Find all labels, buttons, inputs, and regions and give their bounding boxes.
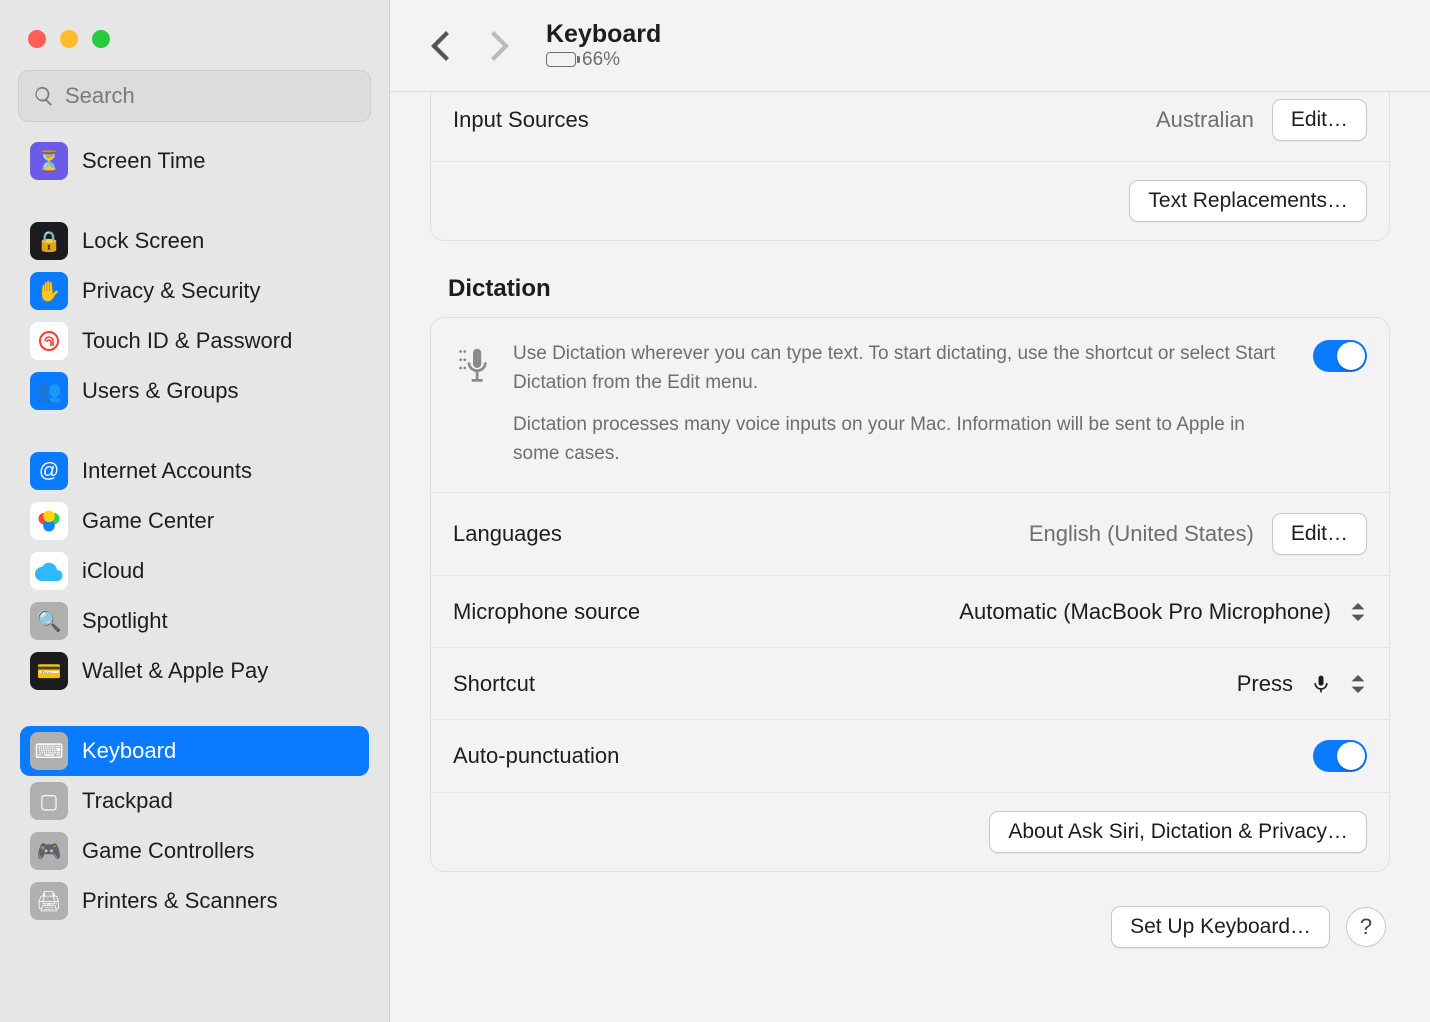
- sidebar-item-label: Spotlight: [82, 608, 168, 634]
- text-replacements-button[interactable]: Text Replacements…: [1129, 180, 1367, 222]
- dictation-mic-icon: [453, 340, 493, 390]
- shortcut-value: Press: [1237, 671, 1293, 697]
- search-placeholder: Search: [65, 83, 135, 109]
- sidebar-item-icloud[interactable]: iCloud: [20, 546, 369, 596]
- sidebar-item-label: Lock Screen: [82, 228, 204, 254]
- close-window-button[interactable]: [28, 30, 46, 48]
- languages-row: Languages English (United States) Edit…: [431, 493, 1389, 576]
- sidebar-item-internet-accounts[interactable]: @ Internet Accounts: [20, 446, 369, 496]
- spotlight-icon: 🔍: [30, 602, 68, 640]
- input-sources-card: Input Sources Australian Edit… Text Repl…: [430, 92, 1390, 241]
- sidebar-item-label: Touch ID & Password: [82, 328, 292, 354]
- battery-status: 66%: [546, 49, 661, 71]
- sidebar-item-game-center[interactable]: Game Center: [20, 496, 369, 546]
- text-replacements-row: Text Replacements…: [431, 162, 1389, 240]
- back-button[interactable]: [420, 26, 460, 66]
- screen-time-icon: ⏳: [30, 142, 68, 180]
- popup-indicator-icon: [1349, 603, 1367, 621]
- chevron-right-icon: [490, 31, 510, 61]
- users-groups-icon: 👥: [30, 372, 68, 410]
- battery-percent: 66%: [582, 49, 620, 71]
- sidebar-item-label: Game Controllers: [82, 838, 254, 864]
- keyboard-icon: ⌨: [30, 732, 68, 770]
- sidebar-item-game-controllers[interactable]: 🎮 Game Controllers: [20, 826, 369, 876]
- game-center-icon: [30, 502, 68, 540]
- main-pane: Keyboard 66% Input Sources Australian Ed…: [390, 0, 1430, 1022]
- minimize-window-button[interactable]: [60, 30, 78, 48]
- topbar: Keyboard 66%: [390, 0, 1430, 92]
- languages-value: English (United States): [1029, 521, 1254, 547]
- page-title: Keyboard: [546, 20, 661, 49]
- window-controls: [0, 12, 389, 70]
- auto-punctuation-toggle[interactable]: [1313, 740, 1367, 772]
- sidebar-item-label: Printers & Scanners: [82, 888, 278, 914]
- sidebar-item-label: Game Center: [82, 508, 214, 534]
- dictation-toggle[interactable]: [1313, 340, 1367, 372]
- help-button[interactable]: ?: [1346, 907, 1386, 947]
- auto-punctuation-row: Auto-punctuation: [431, 720, 1389, 793]
- popup-indicator-icon: [1349, 675, 1367, 693]
- sidebar-item-lock-screen[interactable]: 🔒 Lock Screen: [20, 216, 369, 266]
- forward-button[interactable]: [480, 26, 520, 66]
- battery-icon: [546, 52, 576, 67]
- sidebar-item-privacy-security[interactable]: ✋ Privacy & Security: [20, 266, 369, 316]
- microphone-source-label: Microphone source: [453, 599, 640, 625]
- sidebar-item-label: Screen Time: [82, 148, 206, 174]
- sidebar-item-users-groups[interactable]: 👥 Users & Groups: [20, 366, 369, 416]
- sidebar-item-keyboard[interactable]: ⌨ Keyboard: [20, 726, 369, 776]
- dictation-section-title: Dictation: [448, 275, 1390, 303]
- input-sources-value: Australian: [1156, 107, 1254, 133]
- sidebar-item-screen-time[interactable]: ⏳ Screen Time: [20, 136, 369, 186]
- sidebar-item-printers-scanners[interactable]: 🖨 Printers & Scanners: [20, 876, 369, 926]
- dictation-footer-row: About Ask Siri, Dictation & Privacy…: [431, 793, 1389, 871]
- trackpad-icon: ▢: [30, 782, 68, 820]
- dictation-description: Use Dictation wherever you can type text…: [513, 340, 1293, 482]
- game-controllers-icon: 🎮: [30, 832, 68, 870]
- sidebar-item-label: Keyboard: [82, 738, 176, 764]
- content-scroll[interactable]: Input Sources Australian Edit… Text Repl…: [390, 92, 1430, 1022]
- sidebar-item-spotlight[interactable]: 🔍 Spotlight: [20, 596, 369, 646]
- bottom-actions: Set Up Keyboard… ?: [430, 906, 1390, 958]
- input-sources-row: Input Sources Australian Edit…: [431, 92, 1389, 162]
- internet-accounts-icon: @: [30, 452, 68, 490]
- dictation-toggle-row: Use Dictation wherever you can type text…: [431, 318, 1389, 493]
- languages-label: Languages: [453, 521, 562, 547]
- shortcut-row[interactable]: Shortcut Press: [431, 648, 1389, 720]
- wallet-apple-pay-icon: 💳: [30, 652, 68, 690]
- lock-screen-icon: 🔒: [30, 222, 68, 260]
- input-sources-label: Input Sources: [453, 107, 589, 133]
- printers-scanners-icon: 🖨: [30, 882, 68, 920]
- icloud-icon: [30, 552, 68, 590]
- input-sources-edit-button[interactable]: Edit…: [1272, 99, 1367, 141]
- fullscreen-window-button[interactable]: [92, 30, 110, 48]
- sidebar-item-trackpad[interactable]: ▢ Trackpad: [20, 776, 369, 826]
- search-icon: [33, 85, 55, 107]
- dictation-card: Use Dictation wherever you can type text…: [430, 317, 1390, 872]
- sidebar-item-label: Trackpad: [82, 788, 173, 814]
- sidebar-item-label: Users & Groups: [82, 378, 239, 404]
- about-dictation-privacy-button[interactable]: About Ask Siri, Dictation & Privacy…: [989, 811, 1367, 853]
- chevron-left-icon: [430, 31, 450, 61]
- touch-id-password-icon: [30, 322, 68, 360]
- dictation-desc-2: Dictation processes many voice inputs on…: [513, 411, 1293, 468]
- sidebar-item-label: Internet Accounts: [82, 458, 252, 484]
- auto-punctuation-label: Auto-punctuation: [453, 743, 619, 769]
- microphone-source-row[interactable]: Microphone source Automatic (MacBook Pro…: [431, 576, 1389, 648]
- search-input[interactable]: Search: [18, 70, 371, 122]
- sidebar-item-label: Wallet & Apple Pay: [82, 658, 268, 684]
- sidebar-list[interactable]: ⏳ Screen Time 🔒 Lock Screen ✋ Privacy & Secur…: [0, 136, 389, 1022]
- dictation-desc-1: Use Dictation wherever you can type text…: [513, 340, 1293, 397]
- shortcut-label: Shortcut: [453, 671, 535, 697]
- sidebar-item-label: iCloud: [82, 558, 144, 584]
- languages-edit-button[interactable]: Edit…: [1272, 513, 1367, 555]
- sidebar-item-wallet-apple-pay[interactable]: 💳 Wallet & Apple Pay: [20, 646, 369, 696]
- microphone-icon: [1311, 674, 1331, 694]
- setup-keyboard-button[interactable]: Set Up Keyboard…: [1111, 906, 1330, 948]
- sidebar-item-label: Privacy & Security: [82, 278, 261, 304]
- privacy-security-icon: ✋: [30, 272, 68, 310]
- sidebar: Search ⏳ Screen Time 🔒 Lock Screen ✋ Privacy …: [0, 0, 390, 1022]
- sidebar-item-touch-id-password[interactable]: Touch ID & Password: [20, 316, 369, 366]
- microphone-source-value: Automatic (MacBook Pro Microphone): [959, 599, 1331, 625]
